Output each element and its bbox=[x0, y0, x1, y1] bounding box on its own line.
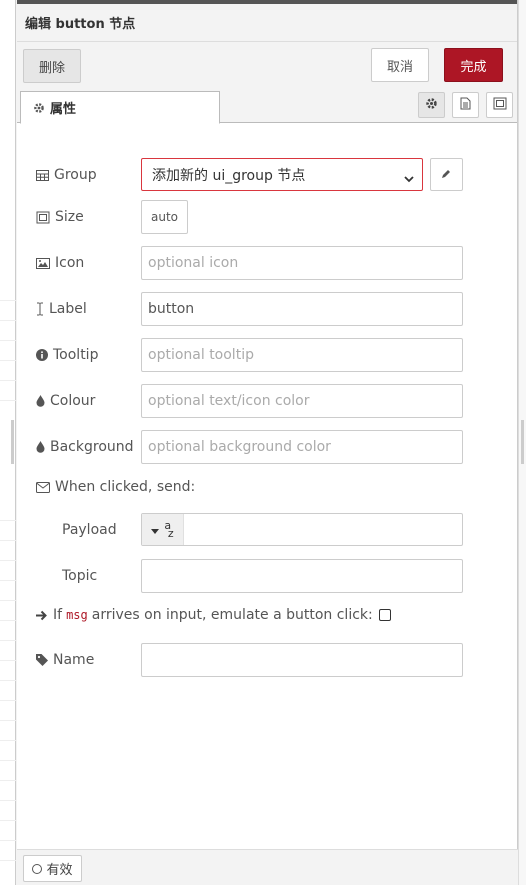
tray-title: 编辑 button 节点 bbox=[17, 0, 517, 42]
pencil-icon bbox=[441, 167, 452, 183]
tray-footer: 有效 bbox=[17, 849, 518, 885]
string-type-icon: a z bbox=[164, 518, 174, 540]
chevron-down-icon bbox=[404, 171, 414, 187]
circle-icon bbox=[32, 863, 43, 874]
payload-label: Payload bbox=[62, 522, 117, 538]
background-row: Background optional background color bbox=[17, 430, 518, 464]
done-button[interactable]: 完成 bbox=[444, 48, 503, 82]
when-clicked-row: When clicked, send: bbox=[17, 470, 518, 504]
cancel-button[interactable]: 取消 bbox=[371, 48, 429, 82]
left-resize-handle[interactable] bbox=[11, 420, 14, 464]
tooltip-label: Tooltip bbox=[36, 338, 98, 372]
right-resize-handle[interactable] bbox=[521, 420, 524, 464]
gear-icon bbox=[33, 102, 45, 114]
label-label: Label bbox=[36, 292, 87, 326]
arrow-right-icon bbox=[36, 610, 48, 621]
icon-row: Icon optional icon bbox=[17, 246, 518, 280]
envelope-icon bbox=[36, 481, 50, 493]
tooltip-input[interactable]: optional tooltip bbox=[141, 338, 463, 372]
document-icon bbox=[460, 97, 471, 114]
group-label: Group bbox=[36, 158, 97, 192]
text-cursor-icon bbox=[36, 302, 44, 316]
tab-description[interactable] bbox=[452, 92, 479, 118]
info-icon bbox=[36, 349, 48, 361]
size-row: Size auto bbox=[17, 200, 518, 234]
workspace-edge bbox=[0, 0, 16, 885]
name-row: Name bbox=[17, 643, 518, 677]
when-clicked-label: When clicked, send: bbox=[36, 470, 195, 504]
tint-icon bbox=[36, 441, 45, 453]
group-select[interactable]: 添加新的 ui_group 节点 bbox=[141, 158, 423, 191]
table-icon bbox=[36, 169, 49, 181]
name-label: Name bbox=[36, 643, 94, 677]
emulate-label: If msg arrives on input, emulate a butto… bbox=[36, 598, 391, 632]
topic-input[interactable] bbox=[141, 559, 463, 593]
colour-label: Colour bbox=[36, 384, 95, 418]
delete-button[interactable]: 删除 bbox=[23, 49, 81, 83]
tooltip-row: Tooltip optional tooltip bbox=[17, 338, 518, 372]
colour-input[interactable]: optional text/icon color bbox=[141, 384, 463, 418]
emulate-row: If msg arrives on input, emulate a butto… bbox=[17, 598, 518, 632]
edit-tray: 编辑 button 节点 删除 取消 完成 属性 Group 添加新的 ui_g… bbox=[17, 0, 518, 885]
tag-icon bbox=[36, 654, 48, 666]
tab-properties-label: 属性 bbox=[50, 102, 77, 117]
colour-row: Colour optional text/icon color bbox=[17, 384, 518, 418]
msg-code: msg bbox=[66, 608, 88, 622]
emulate-checkbox[interactable] bbox=[378, 609, 391, 621]
tray-toolbar: 删除 取消 完成 bbox=[17, 42, 517, 89]
label-input[interactable]: button bbox=[141, 292, 463, 326]
size-label: Size bbox=[36, 200, 84, 234]
enable-label: 有效 bbox=[46, 863, 73, 878]
payload-row: Payload a z bbox=[17, 513, 518, 547]
group-select-value: 添加新的 ui_group 节点 bbox=[152, 167, 306, 184]
background-input[interactable]: optional background color bbox=[141, 430, 463, 464]
topic-row: Topic bbox=[17, 559, 518, 593]
topic-label: Topic bbox=[62, 568, 98, 584]
sidebar-edge bbox=[518, 0, 526, 885]
size-button[interactable]: auto bbox=[141, 200, 188, 234]
gear-icon bbox=[425, 97, 438, 114]
payload-typed-input[interactable]: a z bbox=[141, 513, 463, 546]
payload-type-button[interactable]: a z bbox=[142, 514, 184, 545]
tabs-bar: 属性 bbox=[17, 89, 517, 124]
tint-icon bbox=[36, 395, 45, 407]
frame-icon bbox=[493, 97, 507, 114]
tab-properties[interactable]: 属性 bbox=[20, 91, 220, 124]
background-label: Background bbox=[36, 430, 134, 464]
edit-group-button[interactable] bbox=[430, 158, 463, 191]
icon-label: Icon bbox=[36, 246, 84, 280]
group-row: Group 添加新的 ui_group 节点 bbox=[17, 158, 518, 192]
image-icon bbox=[36, 257, 50, 269]
name-input[interactable] bbox=[141, 643, 463, 677]
caret-down-icon bbox=[151, 522, 160, 538]
label-row: Label button bbox=[17, 292, 518, 326]
frame-icon bbox=[36, 211, 50, 224]
tab-settings[interactable] bbox=[418, 92, 445, 118]
enable-toggle-button[interactable]: 有效 bbox=[23, 855, 82, 882]
icon-input[interactable]: optional icon bbox=[141, 246, 463, 280]
tab-appearance[interactable] bbox=[486, 92, 513, 118]
